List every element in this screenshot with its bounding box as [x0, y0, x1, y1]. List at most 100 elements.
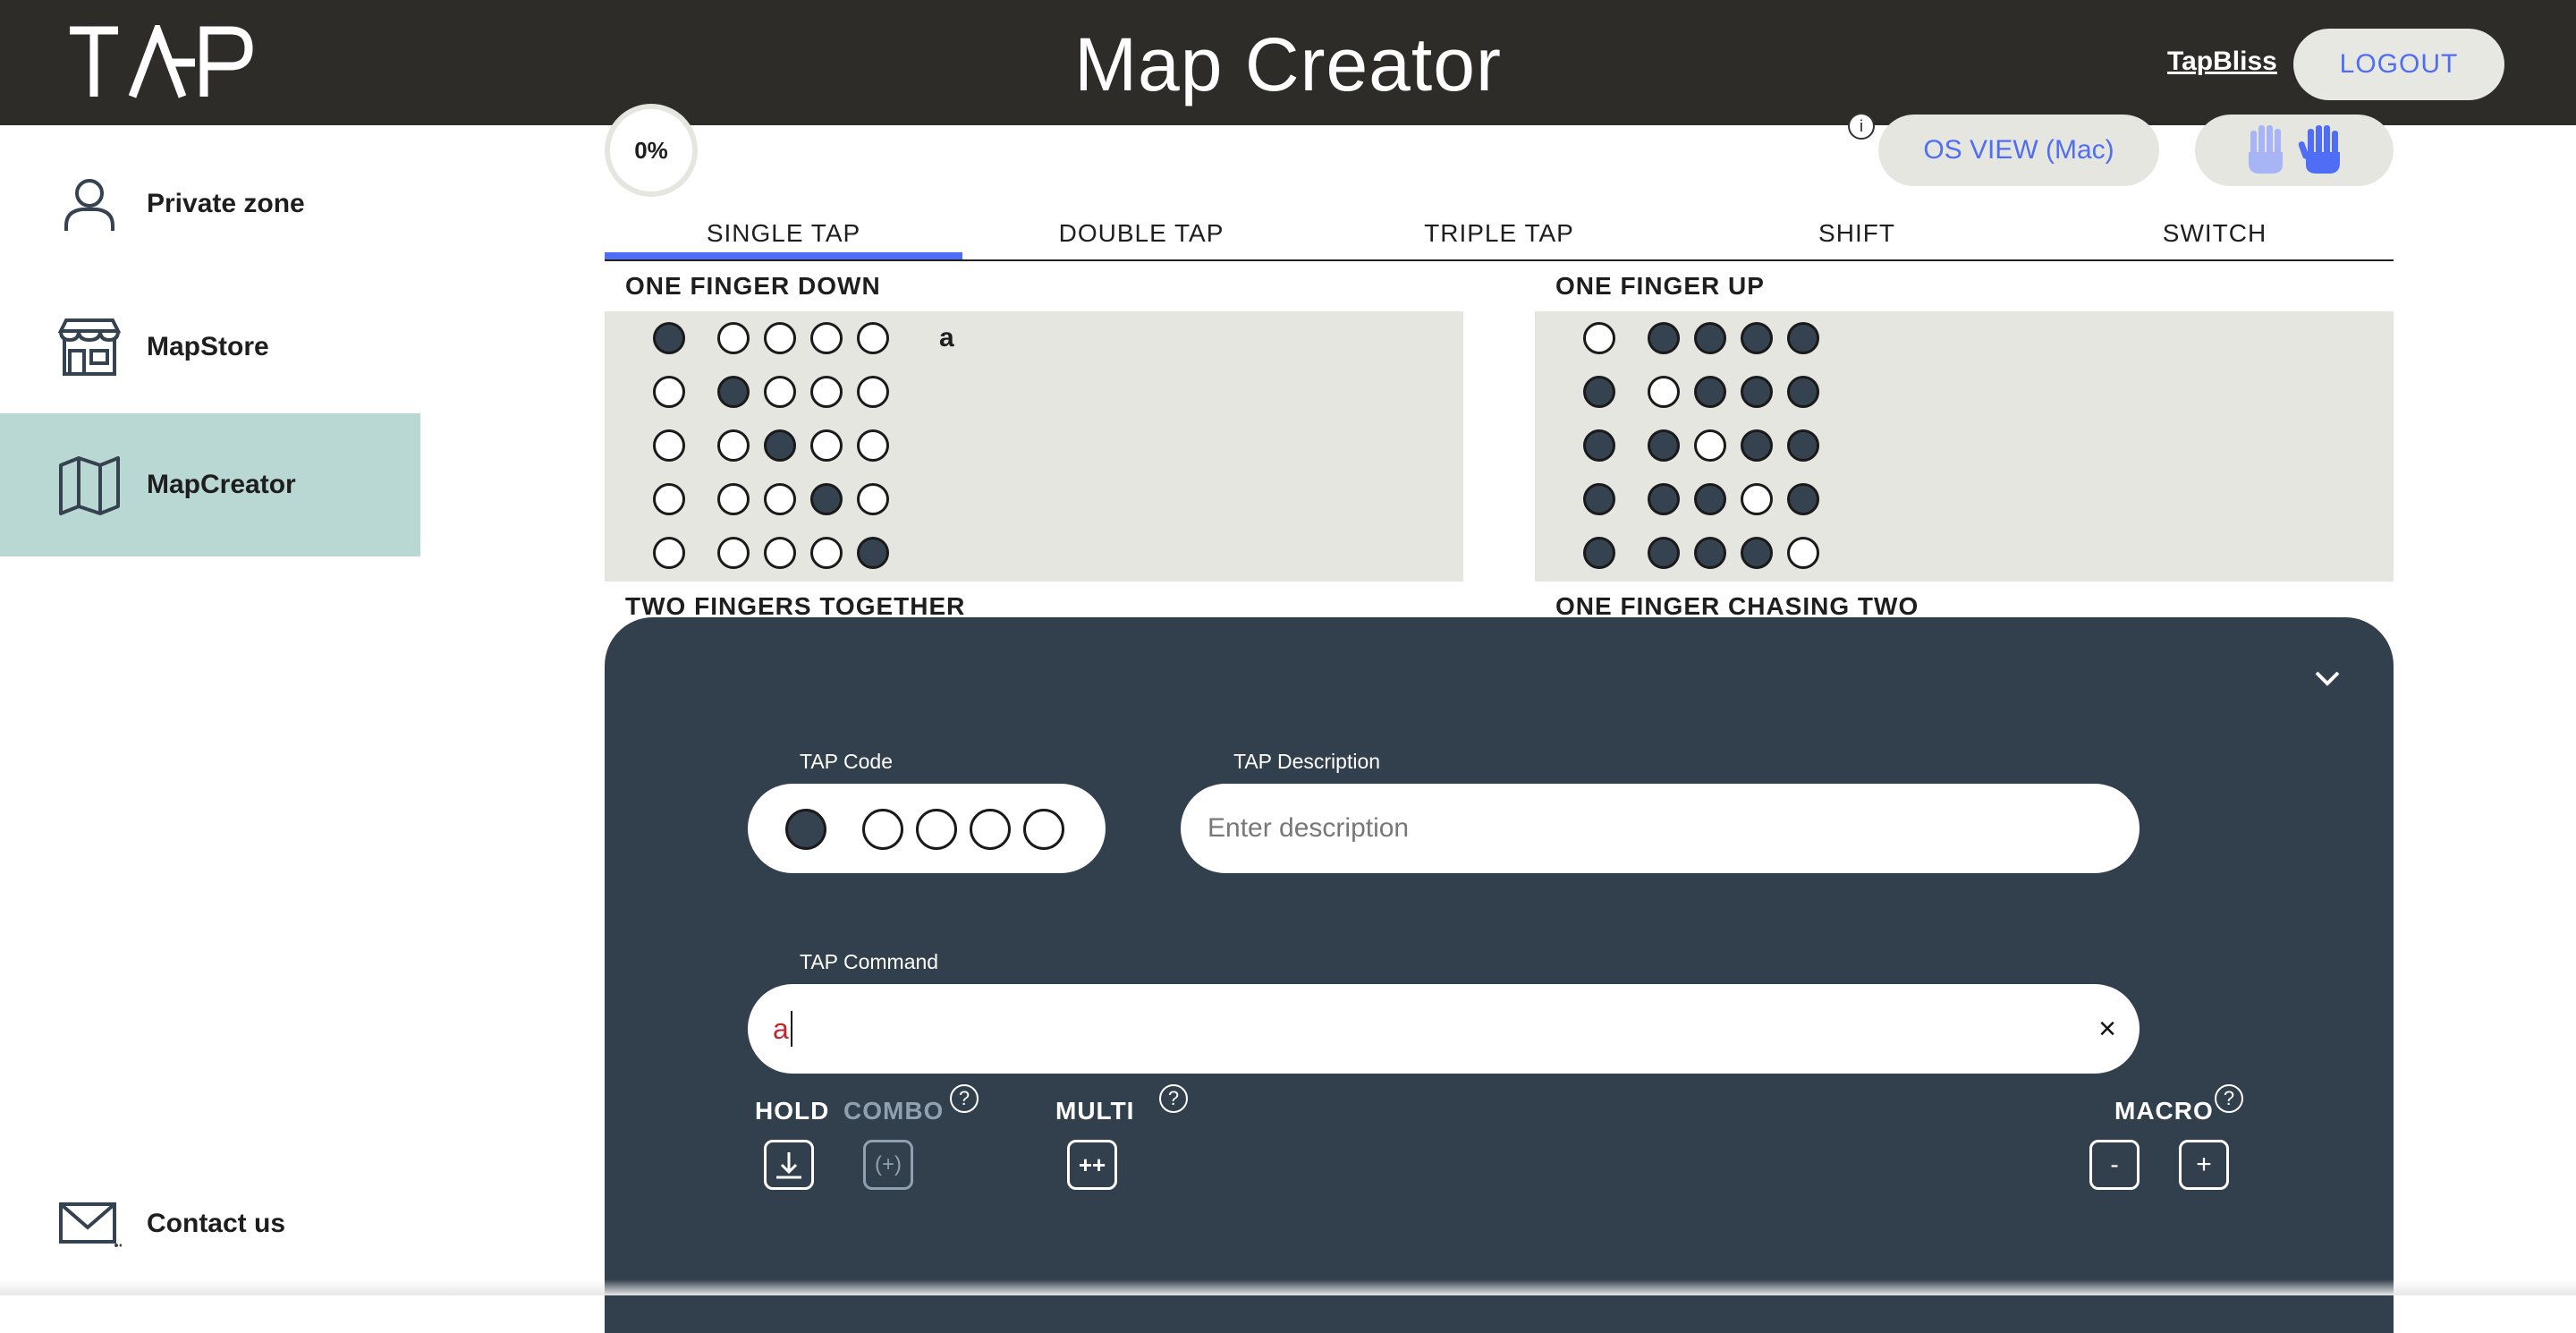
combo-help-icon[interactable]: ?: [950, 1084, 979, 1113]
tab-shift[interactable]: SHIFT: [1678, 211, 2036, 259]
finger-dot-filled: [1583, 429, 1615, 462]
finger-dot-filled: [1694, 537, 1726, 569]
multi-button[interactable]: ++: [1067, 1140, 1117, 1190]
description-input[interactable]: [1181, 784, 2140, 873]
finger-dot-empty: [857, 376, 889, 408]
tap-row[interactable]: [1535, 365, 2394, 419]
tap-row[interactable]: [1535, 526, 2394, 580]
finger-dot-empty: [810, 429, 843, 462]
tab-single-tap[interactable]: SINGLE TAP: [605, 211, 962, 259]
store-icon: [57, 318, 122, 376]
sidebar-item-label: Contact us: [147, 1209, 286, 1238]
finger-dot-empty: [857, 322, 889, 354]
finger-dot-filled: [1694, 322, 1726, 354]
finger-dot-empty: [653, 483, 685, 515]
finger-dot-filled: [1648, 429, 1680, 462]
finger-dot-empty: [764, 376, 796, 408]
finger-dot-empty: [717, 483, 750, 515]
multi-help-icon[interactable]: ?: [1159, 1084, 1188, 1113]
tap-row[interactable]: [605, 472, 1463, 526]
finger-dot-empty: [653, 537, 685, 569]
finger-dot-empty: [764, 483, 796, 515]
finger-dot-empty: [717, 537, 750, 569]
mail-icon: [59, 1202, 122, 1247]
finger-dot-filled: [1648, 483, 1680, 515]
finger-dot-empty: [1787, 537, 1819, 569]
sidebar-item-contact-us[interactable]: Contact us: [0, 1152, 420, 1295]
sidebar-item-label: Private zone: [147, 189, 305, 218]
combo-button[interactable]: (+): [863, 1140, 913, 1190]
user-profile-link[interactable]: TapBliss: [2167, 47, 2277, 77]
close-icon[interactable]: ×: [2089, 1011, 2125, 1047]
tap-row[interactable]: [605, 526, 1463, 580]
finger-dot-filled: [1787, 429, 1819, 462]
tap-row-command: a: [939, 323, 954, 352]
tap-code-display: [748, 784, 1106, 873]
finger-dot-empty: [810, 376, 843, 408]
macro-help-icon[interactable]: ?: [2215, 1084, 2243, 1113]
tap-description-label: TAP Description: [1233, 750, 1381, 773]
finger-dot-empty: [1741, 483, 1773, 515]
section-title-one-finger-down: ONE FINGER DOWN: [625, 272, 881, 300]
finger-dot-filled: [1741, 376, 1773, 408]
logout-button[interactable]: LOGOUT: [2293, 29, 2504, 100]
finger-dot-empty: [857, 483, 889, 515]
finger-dot-filled: [810, 483, 843, 515]
macro-plus-button[interactable]: +: [2179, 1140, 2229, 1190]
app-header: Map Creator TapBliss LOGOUT: [0, 0, 2576, 125]
macro-minus-button[interactable]: -: [2089, 1140, 2140, 1190]
sidebar-item-mapcreator[interactable]: MapCreator: [0, 413, 420, 556]
finger-dot-empty: [857, 429, 889, 462]
finger-dot-empty: [717, 322, 750, 354]
tap-row[interactable]: [605, 419, 1463, 472]
map-icon: [59, 456, 120, 515]
tap-row[interactable]: [1535, 472, 2394, 526]
tap-row[interactable]: [1535, 419, 2394, 472]
finger-dot-empty: [1694, 429, 1726, 462]
info-icon[interactable]: i: [1848, 113, 1875, 140]
tap-row[interactable]: a: [605, 311, 1463, 365]
sidebar-item-mapstore[interactable]: MapStore: [0, 276, 420, 419]
finger-dot-filled: [1787, 322, 1819, 354]
finger-dot-empty: [764, 537, 796, 569]
finger-dot-filled: [653, 322, 685, 354]
finger-dot-empty: [764, 322, 796, 354]
finger-dot-empty: [862, 809, 903, 850]
finger-dot-empty: [1648, 376, 1680, 408]
finger-dot-filled: [1787, 483, 1819, 515]
left-hand-icon: [2249, 125, 2283, 174]
finger-dot-filled: [1583, 537, 1615, 569]
command-input[interactable]: a ×: [748, 984, 2140, 1074]
finger-dot-filled: [1648, 537, 1680, 569]
finger-dot-filled: [764, 429, 796, 462]
tap-command-label: TAP Command: [800, 950, 939, 973]
tab-switch[interactable]: SWITCH: [2036, 211, 2394, 259]
finger-dot-filled: [1787, 376, 1819, 408]
finger-dot-empty: [717, 429, 750, 462]
tap-row[interactable]: [1535, 311, 2394, 365]
tap-row[interactable]: [605, 365, 1463, 419]
sidebar: Private zone MapStore MapCreator Contact…: [0, 125, 420, 1295]
sidebar-item-label: MapCreator: [147, 470, 296, 499]
hand-toggle[interactable]: [2195, 115, 2394, 186]
finger-dot-filled: [1694, 376, 1726, 408]
finger-dot-filled: [1648, 322, 1680, 354]
tap-list-one-finger-up: [1535, 311, 2394, 582]
tap-code-label: TAP Code: [800, 750, 893, 773]
hold-label: HOLD: [755, 1097, 830, 1125]
finger-dot-empty: [810, 322, 843, 354]
finger-dot-empty: [970, 809, 1011, 850]
sidebar-item-private-zone[interactable]: Private zone: [0, 132, 420, 276]
progress-indicator: 0%: [605, 104, 698, 197]
hold-button[interactable]: [764, 1140, 814, 1190]
tap-list-one-finger-down: a: [605, 311, 1463, 582]
finger-dot-empty: [1583, 322, 1615, 354]
finger-dot-empty: [653, 376, 685, 408]
tab-double-tap[interactable]: DOUBLE TAP: [962, 211, 1320, 259]
chevron-down-icon[interactable]: [2308, 658, 2347, 698]
right-hand-icon: [2299, 125, 2340, 174]
page-bottom-fade: [0, 1279, 2576, 1295]
macro-label: MACRO: [2114, 1097, 2214, 1125]
tab-triple-tap[interactable]: TRIPLE TAP: [1320, 211, 1678, 259]
os-view-button[interactable]: OS VIEW (Mac): [1878, 115, 2159, 186]
